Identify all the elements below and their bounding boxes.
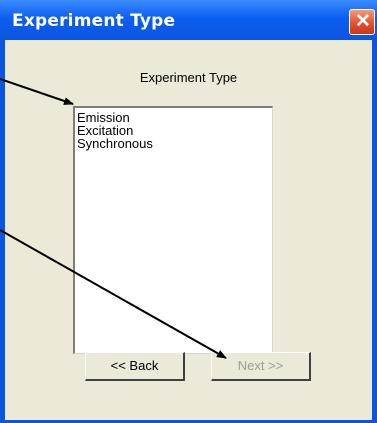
- dialog-heading: Experiment Type: [139, 70, 238, 85]
- next-button[interactable]: Next >>: [211, 352, 311, 381]
- window-title: Experiment Type: [12, 11, 176, 31]
- dialog-body: Experiment Type Emission Excitation Sync…: [5, 40, 372, 420]
- dialog-window: Experiment Type ✕ Experiment Type Emissi…: [0, 0, 377, 423]
- back-button[interactable]: << Back: [85, 352, 185, 381]
- close-button[interactable]: ✕: [349, 9, 375, 35]
- experiment-type-listbox[interactable]: Emission Excitation Synchronous: [73, 106, 273, 354]
- title-bar[interactable]: Experiment Type ✕: [0, 0, 377, 40]
- list-item-synchronous[interactable]: Synchronous: [75, 137, 272, 150]
- close-icon: ✕: [355, 11, 371, 32]
